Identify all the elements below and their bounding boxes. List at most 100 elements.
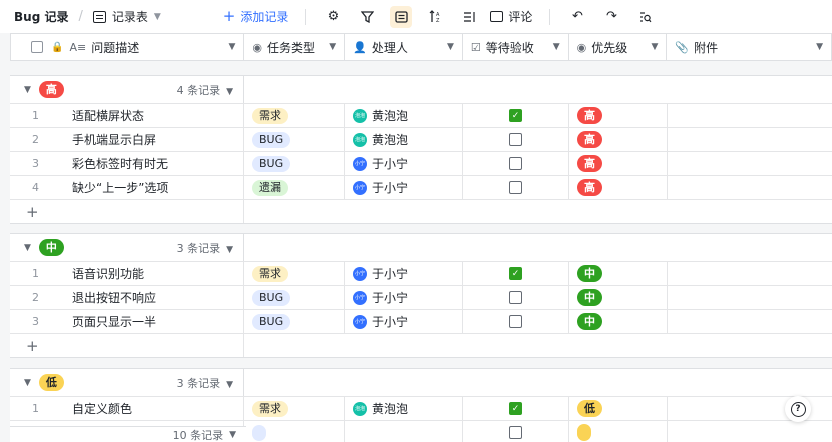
table-row[interactable]: 1 语音识别功能 需求 小宁 于小宁 ✓ 中 xyxy=(10,261,832,285)
column-header-attachment[interactable]: 📎 附件 ▼ xyxy=(667,34,831,60)
attachment-cell[interactable] xyxy=(668,152,832,175)
view-switcher[interactable]: 记录表 ▼ xyxy=(92,8,161,25)
priority-tag[interactable]: 高 xyxy=(577,131,602,148)
check-cell[interactable] xyxy=(509,181,522,194)
column-header-type[interactable]: ◉ 任务类型 ▼ xyxy=(244,34,346,60)
check-cell[interactable] xyxy=(509,315,522,328)
priority-tag[interactable]: 低 xyxy=(577,400,602,417)
desc-cell[interactable]: 彩色标签时有时无 xyxy=(50,155,168,172)
add-record-plus-icon[interactable]: + xyxy=(10,334,244,357)
owner-name[interactable]: 于小宁 xyxy=(372,289,408,306)
table-row[interactable]: 2 退出按钮不响应 BUG 小宁 于小宁 中 xyxy=(10,285,832,309)
group-icon[interactable] xyxy=(390,5,413,28)
group-header[interactable]: ▼ 中 3 条记录 ▼ xyxy=(10,234,832,261)
avatar: 小宁 xyxy=(353,290,367,305)
collapse-triangle-icon[interactable]: ▼ xyxy=(24,378,31,388)
type-tag[interactable]: 需求 xyxy=(252,400,288,417)
priority-tag[interactable]: 高 xyxy=(577,155,602,172)
owner-name[interactable]: 于小宁 xyxy=(372,179,408,196)
owner-name[interactable]: 黄泡泡 xyxy=(372,131,408,148)
collapse-triangle-icon[interactable]: ▼ xyxy=(24,243,31,253)
redo-icon[interactable]: ↷ xyxy=(600,6,622,28)
add-record-button[interactable]: + 添加记录 xyxy=(223,8,289,25)
group-count[interactable]: 3 条记录 ▼ xyxy=(177,375,233,391)
base-title[interactable]: Bug 记录 xyxy=(14,8,68,25)
desc-cell[interactable]: 缺少“上一步”选项 xyxy=(50,179,168,196)
priority-tag-partial[interactable] xyxy=(577,424,591,441)
type-tag-partial[interactable] xyxy=(252,424,266,441)
attachment-cell[interactable] xyxy=(668,104,832,127)
filter-icon[interactable] xyxy=(356,6,378,28)
type-tag[interactable]: 需求 xyxy=(252,107,288,124)
attachment-cell[interactable] xyxy=(668,128,832,151)
help-button[interactable]: ? xyxy=(785,396,811,422)
settings-gear-icon[interactable]: ⚙ xyxy=(322,6,344,28)
priority-tag[interactable]: 中 xyxy=(577,289,602,306)
sort-icon[interactable]: AZ xyxy=(424,6,446,28)
priority-tag[interactable]: 高 xyxy=(577,179,602,196)
check-cell[interactable] xyxy=(509,157,522,170)
comment-button[interactable]: 评论 xyxy=(490,8,532,25)
attachment-cell[interactable] xyxy=(668,262,832,285)
owner-name[interactable]: 黄泡泡 xyxy=(372,107,408,124)
check-cell-checked[interactable]: ✓ xyxy=(509,402,522,415)
undo-icon[interactable]: ↶ xyxy=(566,6,588,28)
desc-cell[interactable]: 自定义颜色 xyxy=(50,400,132,417)
add-row[interactable]: + xyxy=(10,199,832,223)
collapse-triangle-icon[interactable]: ▼ xyxy=(24,85,31,95)
table-row[interactable]: 1 适配横屏状态 需求 泡泡 黄泡泡 ✓ 高 xyxy=(10,103,832,127)
group-count[interactable]: 4 条记录 ▼ xyxy=(177,82,233,98)
search-icon[interactable] xyxy=(634,6,656,28)
table-row[interactable]: 2 手机端显示白屏 BUG 泡泡 黄泡泡 高 xyxy=(10,127,832,151)
priority-tag[interactable]: 中 xyxy=(577,265,602,282)
group-header-left: ▼ 高 4 条记录 ▼ xyxy=(10,76,244,103)
group-count[interactable]: 3 条记录 ▼ xyxy=(177,240,233,256)
group-header[interactable]: ▼ 低 3 条记录 ▼ xyxy=(10,369,832,396)
row-height-icon[interactable] xyxy=(458,6,480,28)
check-cell[interactable] xyxy=(509,133,522,146)
priority-tag[interactable]: 中 xyxy=(577,313,602,330)
check-cell[interactable] xyxy=(509,426,522,439)
type-tag[interactable]: BUG xyxy=(252,289,291,306)
desc-cell[interactable]: 手机端显示白屏 xyxy=(50,131,156,148)
attachment-cell[interactable] xyxy=(668,286,832,309)
chevron-down-icon[interactable]: ▼ xyxy=(553,42,560,52)
attachment-cell[interactable] xyxy=(668,310,832,333)
chevron-down-icon[interactable]: ▼ xyxy=(652,42,659,52)
table-row[interactable]: 1 自定义颜色 需求 泡泡 黄泡泡 ✓ 低 xyxy=(10,396,832,420)
column-header-check[interactable]: ☑ 等待验收 ▼ xyxy=(463,34,569,60)
group-header[interactable]: ▼ 高 4 条记录 ▼ xyxy=(10,76,832,103)
table-row[interactable]: 4 缺少“上一步”选项 遗漏 小宁 于小宁 高 xyxy=(10,175,832,199)
column-header-owner[interactable]: 👤 处理人 ▼ xyxy=(345,34,463,60)
select-all-checkbox[interactable] xyxy=(31,41,43,53)
check-cell[interactable] xyxy=(509,291,522,304)
owner-name[interactable]: 于小宁 xyxy=(372,155,408,172)
total-records-footer[interactable]: 10 条记录 ▼ xyxy=(10,426,246,442)
chevron-down-icon[interactable]: ▼ xyxy=(816,42,823,52)
add-row[interactable]: + xyxy=(10,333,832,357)
column-header-priority[interactable]: ◉ 优先级 ▼ xyxy=(569,34,668,60)
owner-name[interactable]: 黄泡泡 xyxy=(372,400,408,417)
priority-tag[interactable]: 高 xyxy=(577,107,602,124)
table-row[interactable]: 3 页面只显示一半 BUG 小宁 于小宁 中 xyxy=(10,309,832,333)
desc-cell[interactable]: 适配横屏状态 xyxy=(50,107,144,124)
add-record-plus-icon[interactable]: + xyxy=(10,200,244,223)
type-tag[interactable]: 需求 xyxy=(252,265,288,282)
chevron-down-icon[interactable]: ▼ xyxy=(329,42,336,52)
check-cell-checked[interactable]: ✓ xyxy=(509,109,522,122)
chevron-down-icon[interactable]: ▼ xyxy=(447,42,454,52)
type-tag[interactable]: BUG xyxy=(252,155,291,172)
owner-name[interactable]: 于小宁 xyxy=(372,265,408,282)
table-row[interactable]: 3 彩色标签时有时无 BUG 小宁 于小宁 高 xyxy=(10,151,832,175)
desc-cell[interactable]: 页面只显示一半 xyxy=(50,313,156,330)
desc-cell[interactable]: 退出按钮不响应 xyxy=(50,289,156,306)
type-tag[interactable]: 遗漏 xyxy=(252,179,288,196)
column-header-desc[interactable]: 🔒 A≡ 问题描述 ▼ xyxy=(11,34,245,60)
check-cell-checked[interactable]: ✓ xyxy=(509,267,522,280)
owner-name[interactable]: 于小宁 xyxy=(372,313,408,330)
desc-cell[interactable]: 语音识别功能 xyxy=(50,265,144,282)
attachment-cell[interactable] xyxy=(668,176,832,199)
type-tag[interactable]: BUG xyxy=(252,313,291,330)
chevron-down-icon[interactable]: ▼ xyxy=(229,42,236,52)
type-tag[interactable]: BUG xyxy=(252,131,291,148)
